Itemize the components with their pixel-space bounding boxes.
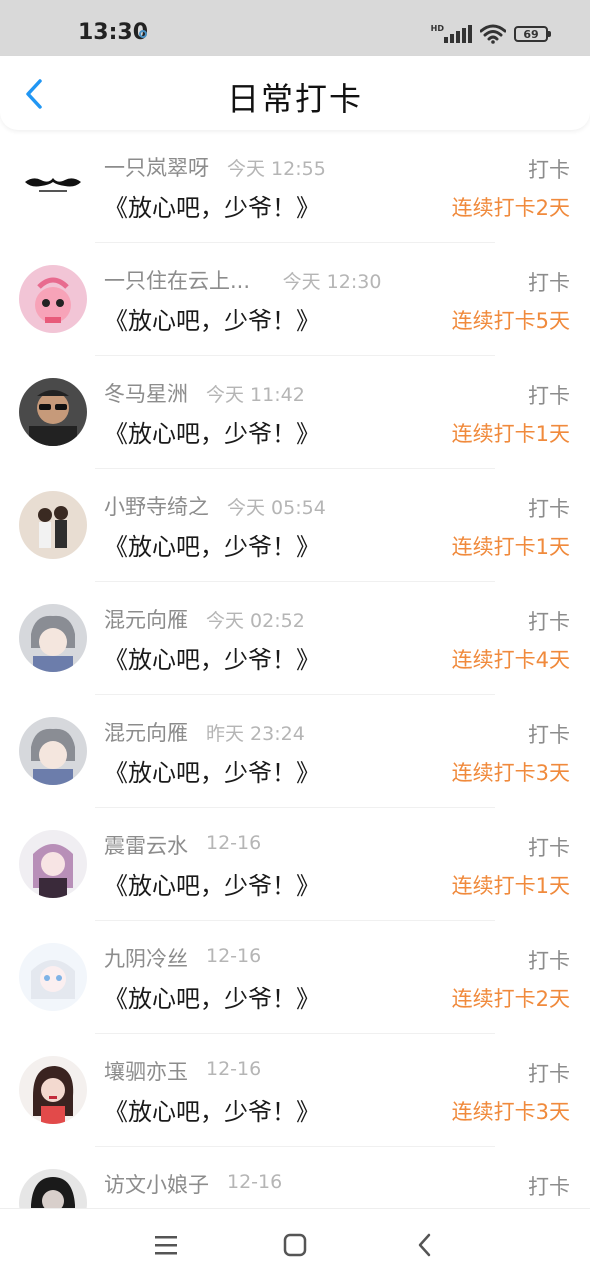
checkin-time: 12-16 bbox=[206, 832, 262, 854]
wifi-icon bbox=[480, 24, 506, 44]
user-name[interactable]: 混元向雁 bbox=[104, 717, 188, 747]
checkin-type: 打卡 bbox=[528, 384, 570, 408]
avatar[interactable] bbox=[19, 1056, 87, 1124]
status-time: 13:30 bbox=[78, 20, 149, 45]
back-nav-icon[interactable] bbox=[411, 1231, 439, 1259]
book-title[interactable]: 《放心吧，少爷！》 bbox=[104, 1092, 320, 1127]
book-title[interactable]: 《放心吧，少爷！》 bbox=[104, 866, 320, 901]
avatar[interactable] bbox=[19, 378, 87, 446]
page-title: 日常打卡 bbox=[226, 80, 363, 118]
avatar[interactable] bbox=[19, 943, 87, 1011]
notification-icon bbox=[139, 30, 147, 38]
book-title[interactable]: 《放心吧，少爷！》 bbox=[104, 753, 320, 788]
checkin-type: 打卡 bbox=[528, 1062, 570, 1086]
avatar[interactable] bbox=[19, 152, 87, 220]
checkin-time: 昨天 23:24 bbox=[206, 723, 305, 745]
user-name[interactable]: 一只住在云上... bbox=[104, 265, 250, 295]
book-title[interactable]: 《放心吧，少爷！》 bbox=[104, 979, 320, 1014]
checkin-row[interactable]: 一只住在云上... 今天 12:30 《放心吧，少爷！》 打卡连续打卡5天 bbox=[0, 243, 590, 356]
status-bar: 13:30 HD 69 bbox=[0, 0, 590, 56]
avatar[interactable] bbox=[19, 604, 87, 672]
avatar[interactable] bbox=[19, 830, 87, 898]
signal-icon bbox=[444, 25, 472, 43]
checkin-time: 今天 11:42 bbox=[206, 384, 305, 406]
checkin-type: 打卡 bbox=[528, 723, 570, 747]
streak-label: 连续打卡1天 bbox=[451, 535, 570, 559]
home-icon[interactable] bbox=[281, 1231, 309, 1259]
book-title[interactable]: 《放心吧，少爷！》 bbox=[104, 301, 320, 336]
checkin-row[interactable]: 访文小娘子12-16《放心吧，少爷！》打卡 bbox=[0, 1147, 590, 1208]
user-name[interactable]: 九阴冷丝 bbox=[104, 943, 188, 973]
streak-label: 连续打卡1天 bbox=[451, 422, 570, 446]
hd-label: HD bbox=[430, 23, 444, 33]
user-name[interactable]: 访文小娘子 bbox=[104, 1169, 209, 1199]
avatar[interactable] bbox=[19, 717, 87, 785]
checkin-time: 今天 12:55 bbox=[227, 158, 326, 180]
book-title[interactable]: 《放心吧，少爷！》 bbox=[104, 188, 320, 223]
streak-label: 连续打卡1天 bbox=[451, 874, 570, 898]
streak-label: 连续打卡5天 bbox=[451, 309, 570, 333]
checkin-type: 打卡 bbox=[528, 949, 570, 973]
checkin-row[interactable]: 冬马星洲 今天 11:42 《放心吧，少爷！》 打卡连续打卡1天 bbox=[0, 356, 590, 469]
checkin-time: 今天 12:30 bbox=[282, 271, 382, 293]
checkin-time: 今天 02:52 bbox=[206, 610, 305, 632]
streak-label: 连续打卡3天 bbox=[451, 1100, 570, 1124]
checkin-time: 今天 05:54 bbox=[227, 497, 326, 519]
user-name[interactable]: 震雷云水 bbox=[104, 830, 188, 860]
checkin-time: 12-16 bbox=[206, 945, 262, 967]
streak-label: 连续打卡2天 bbox=[451, 196, 570, 220]
checkin-row[interactable]: 小野寺绮之 今天 05:54 《放心吧，少爷！》 打卡连续打卡1天 bbox=[0, 469, 590, 582]
streak-label: 连续打卡2天 bbox=[451, 987, 570, 1011]
book-title[interactable]: 《放心吧，少爷！》 bbox=[104, 640, 320, 675]
checkin-row[interactable]: 震雷云水 12-16 《放心吧，少爷！》 打卡连续打卡1天 bbox=[0, 808, 590, 921]
battery-icon: 69 bbox=[514, 26, 551, 42]
checkin-row[interactable]: 一只岚翠呀 今天 12:55 《放心吧，少爷！》 打卡连续打卡2天 bbox=[0, 130, 590, 243]
checkin-type: 打卡 bbox=[528, 836, 570, 860]
status-icons: HD 69 bbox=[430, 22, 551, 46]
streak-label: 连续打卡4天 bbox=[451, 648, 570, 672]
checkin-type: 打卡 bbox=[528, 271, 570, 295]
user-name[interactable]: 小野寺绮之 bbox=[104, 491, 209, 521]
checkin-type: 打卡 bbox=[528, 1175, 570, 1199]
streak-label: 连续打卡3天 bbox=[451, 761, 570, 785]
book-title[interactable]: 《放心吧，少爷！》 bbox=[104, 527, 320, 562]
menu-icon[interactable] bbox=[152, 1231, 180, 1259]
checkin-row[interactable]: 九阴冷丝 12-16 《放心吧，少爷！》 打卡连续打卡2天 bbox=[0, 921, 590, 1034]
header: 日常打卡 bbox=[0, 56, 590, 130]
checkin-list: 一只岚翠呀 今天 12:55 《放心吧，少爷！》 打卡 连续打卡2天 一只住在云上... 今… bbox=[0, 130, 590, 1208]
system-nav-bar bbox=[0, 1208, 590, 1281]
user-name[interactable]: 冬马星洲 bbox=[104, 378, 188, 408]
checkin-time: 12-16 bbox=[227, 1171, 283, 1193]
book-title[interactable]: 《放心吧，少爷！》 bbox=[104, 414, 320, 449]
checkin-row[interactable]: 混元向雁 今天 02:52 《放心吧，少爷！》 打卡连续打卡4天 bbox=[0, 582, 590, 695]
checkin-type: 打卡 bbox=[528, 158, 570, 182]
avatar[interactable] bbox=[19, 491, 87, 559]
checkin-time: 12-16 bbox=[206, 1058, 262, 1080]
user-name[interactable]: 一只岚翠呀 bbox=[104, 152, 209, 182]
checkin-type: 打卡 bbox=[528, 497, 570, 521]
user-name[interactable]: 壤驷亦玉 bbox=[104, 1056, 188, 1086]
checkin-type: 打卡 bbox=[528, 610, 570, 634]
checkin-row[interactable]: 壤驷亦玉 12-16 《放心吧，少爷！》 打卡连续打卡3天 bbox=[0, 1034, 590, 1147]
user-name[interactable]: 混元向雁 bbox=[104, 604, 188, 634]
checkin-row[interactable]: 混元向雁 昨天 23:24 《放心吧，少爷！》 打卡连续打卡3天 bbox=[0, 695, 590, 808]
avatar[interactable] bbox=[19, 1169, 87, 1208]
avatar[interactable] bbox=[19, 265, 87, 333]
